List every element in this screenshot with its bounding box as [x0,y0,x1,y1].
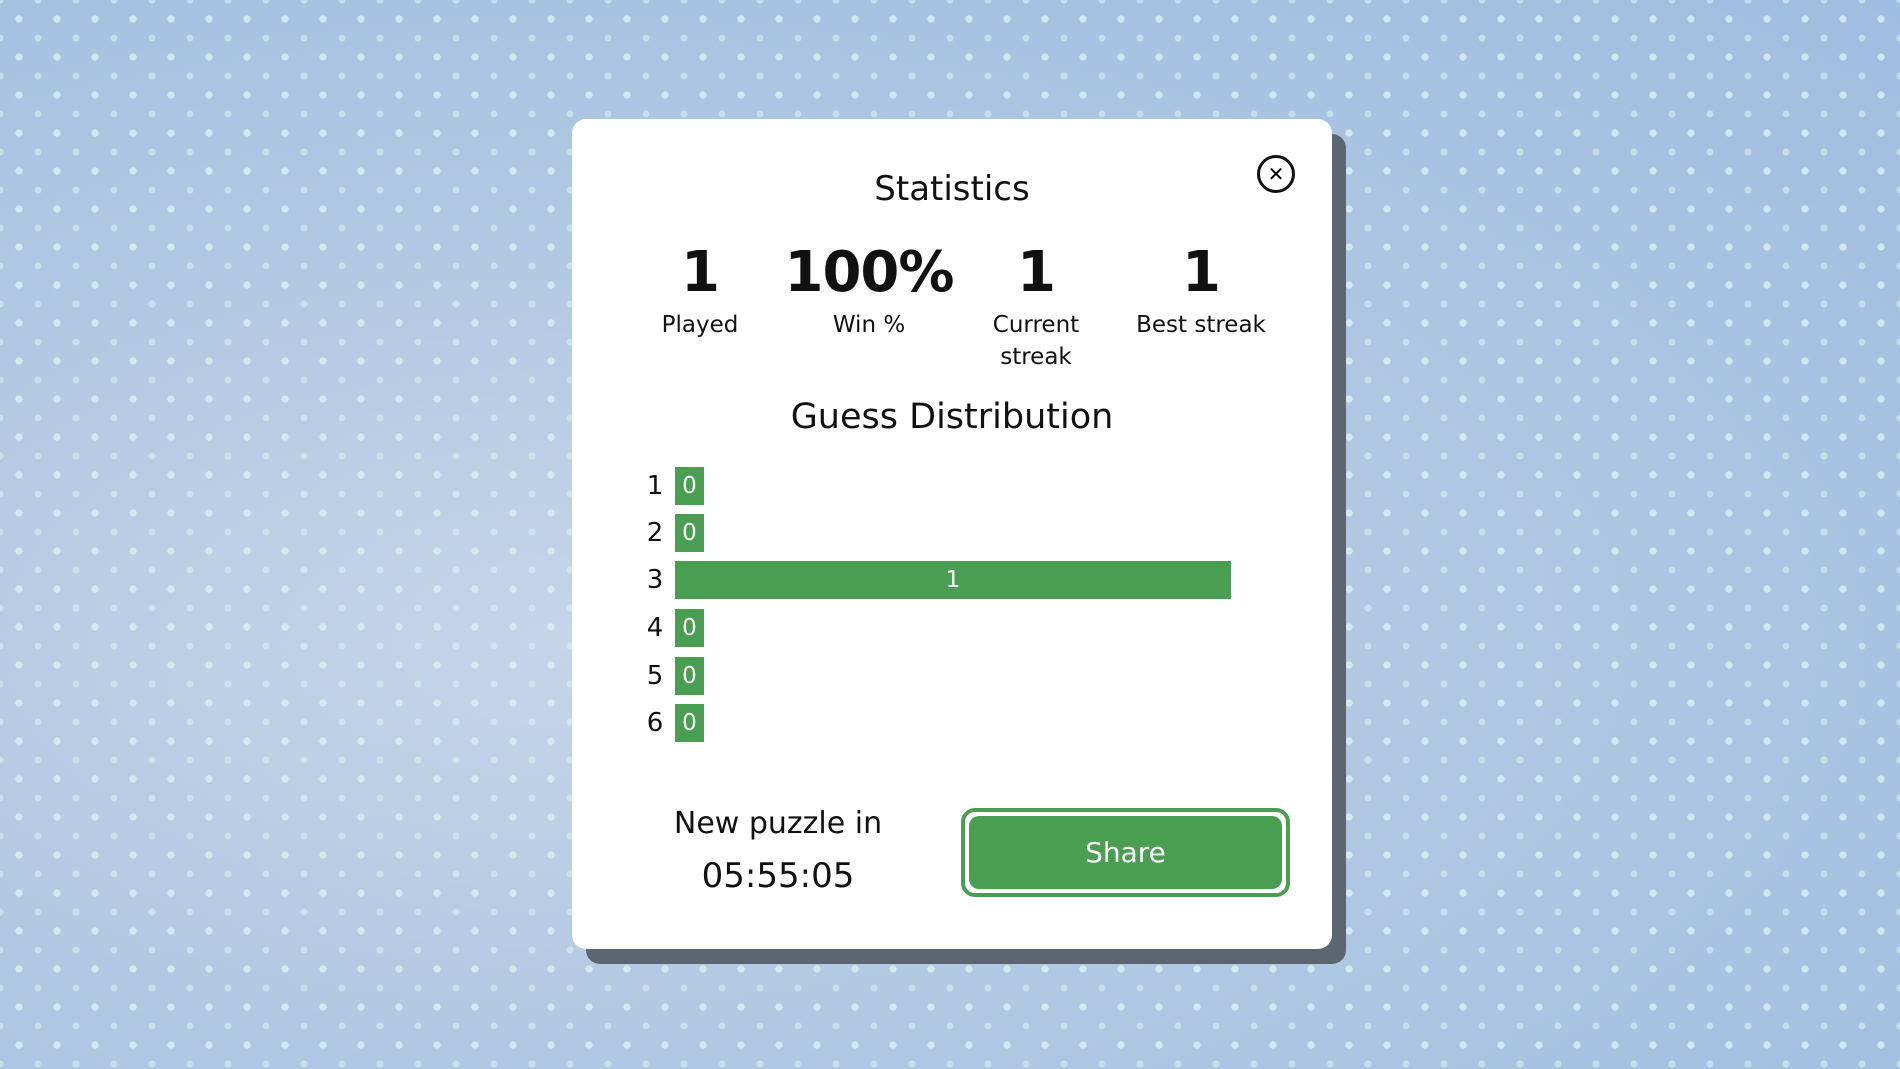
guess-number: 3 [646,565,664,595]
stat-value: 100% [784,240,954,305]
distribution-bar: 1 [675,561,1231,599]
distribution-row: 60 [642,704,704,742]
stat-value: 1 [1182,240,1221,305]
stat-current-streak: 1 Current streak [951,237,1121,373]
countdown-label: New puzzle in [673,806,883,841]
distribution-bar: 0 [675,657,704,695]
close-circle-icon[interactable]: ✕ [1257,155,1295,193]
statistics-modal: Statistics 1 Played 100% Win % 1 Current… [572,119,1332,949]
share-button[interactable]: Share [961,808,1290,897]
distribution-row: 10 [642,467,704,505]
stat-label: Best streak [1136,312,1266,338]
stat-played: 1 Played [615,237,785,341]
distribution-row: 50 [642,657,704,695]
stat-win-percent: 100% Win % [784,237,954,341]
guess-number: 2 [646,518,664,548]
stat-value: 1 [1017,240,1056,305]
distribution-bar: 0 [675,467,704,505]
distribution-row: 40 [642,609,704,647]
stat-label: streak [1000,344,1072,370]
distribution-bar: 0 [675,704,704,742]
distribution-row: 20 [642,514,704,552]
stat-best-streak: 1 Best streak [1116,237,1286,341]
guess-number: 4 [646,613,664,643]
distribution-title: Guess Distribution [790,397,1114,437]
modal-title: Statistics [874,169,1030,209]
stat-label: Win % [832,312,906,338]
share-button-label: Share [969,816,1282,889]
countdown: New puzzle in 05:55:05 [674,799,882,903]
guess-number: 1 [646,471,664,501]
countdown-time: 05:55:05 [701,856,855,896]
distribution-row: 31 [642,561,1231,599]
distribution-bar: 0 [675,609,704,647]
stat-label: Current [992,312,1080,338]
stat-label: Played [661,312,739,338]
distribution-bar: 0 [675,514,704,552]
stat-value: 1 [681,240,720,305]
guess-number: 5 [646,661,664,691]
guess-number: 6 [646,708,664,738]
